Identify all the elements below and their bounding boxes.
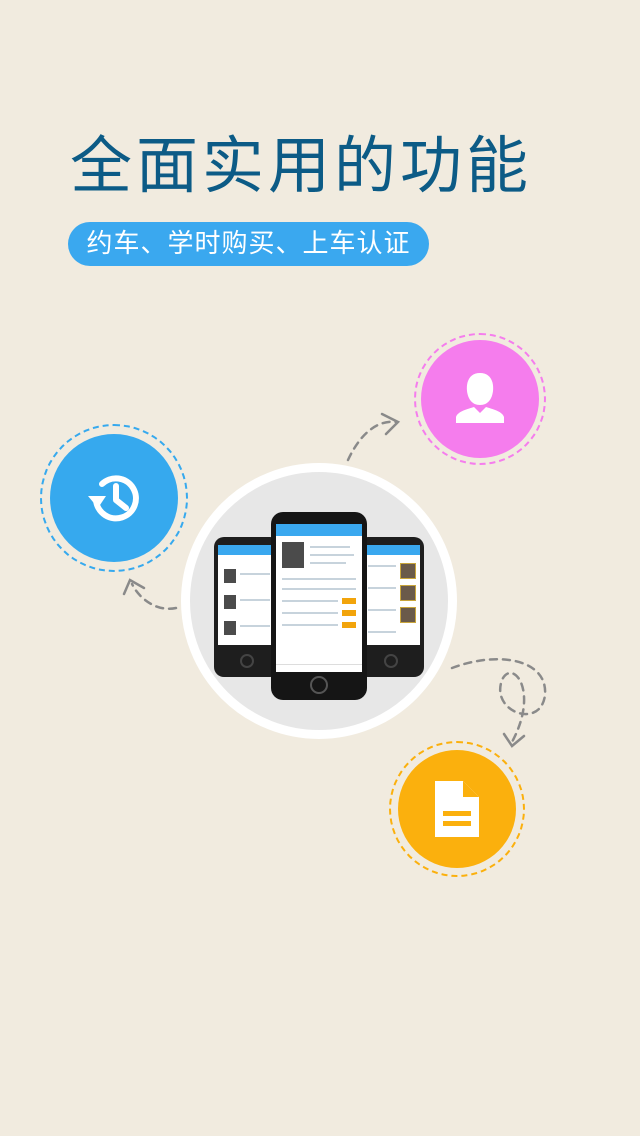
feature-subtitle-badge: 约车、学时购买、上车认证 xyxy=(68,222,429,266)
history-icon xyxy=(88,475,139,522)
phone-right xyxy=(358,537,424,677)
user-icon xyxy=(456,373,504,423)
phone-center xyxy=(271,512,367,700)
document-feature-button[interactable] xyxy=(398,750,516,868)
history-feature-button[interactable] xyxy=(50,434,178,562)
user-feature-button[interactable] xyxy=(421,340,539,458)
document-icon xyxy=(435,781,479,837)
page-title: 全面实用的功能 xyxy=(70,129,533,202)
